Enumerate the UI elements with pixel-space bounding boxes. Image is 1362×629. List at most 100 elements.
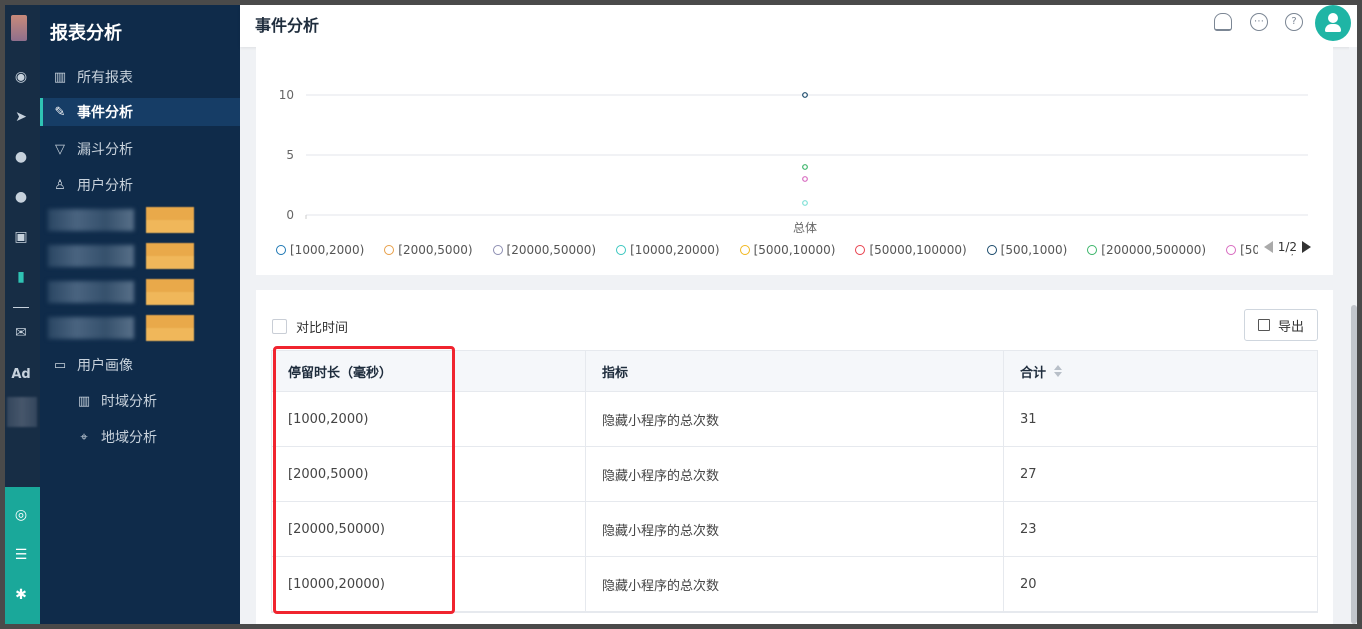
- legend-marker-icon: [855, 245, 866, 255]
- legend-page-indicator: 1/2: [1277, 240, 1297, 254]
- sidebar-item-all-reports[interactable]: ▥ 所有报表: [40, 63, 240, 91]
- column-header-total[interactable]: 合计: [1004, 351, 1317, 391]
- column-header-label: 合计: [1020, 365, 1047, 381]
- sidebar-item-label: 用户画像: [77, 358, 133, 374]
- column-header-metric: 指标: [586, 351, 1004, 391]
- edit-doc-icon: ✎: [54, 104, 66, 120]
- sidebar-item-funnel-analysis[interactable]: ▽ 漏斗分析: [40, 135, 240, 163]
- legend-item[interactable]: [1000,2000): [276, 243, 364, 257]
- data-point: [802, 92, 808, 98]
- gear-icon[interactable]: ✱: [11, 585, 31, 605]
- legend-marker-icon: [1226, 245, 1237, 255]
- chat-icon[interactable]: ⋯: [1250, 13, 1268, 31]
- bar-chart-icon: ▥: [53, 69, 67, 85]
- next-page-icon[interactable]: [1302, 241, 1311, 253]
- sort-icon[interactable]: [1054, 364, 1063, 378]
- sidebar-item-user-analysis[interactable]: ♙ 用户分析: [40, 171, 240, 199]
- legend-item[interactable]: [5000,10000): [739, 243, 836, 257]
- legend-label: [5000,10000): [753, 243, 836, 257]
- server-icon[interactable]: ☰: [11, 545, 31, 565]
- ad-icon[interactable]: Ad: [11, 365, 31, 385]
- legend-marker-icon: [276, 245, 286, 255]
- users-icon[interactable]: ●: [11, 187, 31, 207]
- wechat-icon[interactable]: ✉: [11, 323, 31, 343]
- legend-marker-icon: [616, 245, 627, 255]
- cell-metric: 隐藏小程序的总次数: [586, 502, 1004, 556]
- legend-label: [1000,2000): [290, 243, 365, 257]
- sidebar-item-label: 漏斗分析: [77, 142, 133, 158]
- cell-total: 23: [1020, 521, 1037, 537]
- legend-label: [50000,100000): [869, 243, 967, 257]
- table-header-row: 停留时长（毫秒） 指标 合计: [272, 351, 1317, 392]
- page-title: 事件分析: [255, 16, 320, 35]
- legend-label: [500,1000): [1000, 243, 1068, 257]
- folder-icon: ▭: [53, 357, 67, 373]
- avatar[interactable]: [1315, 5, 1351, 41]
- sidebar-item-user-profile[interactable]: ▭ 用户画像: [40, 351, 240, 379]
- data-table: 停留时长（毫秒） 指标 合计 [1000,2000) 隐藏小程序的总次数 31 …: [271, 350, 1318, 613]
- network-icon[interactable]: ◎: [11, 505, 31, 525]
- column-header-label: 停留时长（毫秒）: [288, 365, 393, 381]
- legend-item[interactable]: [200000,500000): [1087, 243, 1206, 257]
- legend-marker-icon: [986, 245, 997, 255]
- legend-label: [10000,20000): [630, 243, 720, 257]
- cell-duration: [1000,2000): [272, 392, 586, 446]
- location-icon: ⌖: [80, 429, 88, 445]
- sidebar-item-time-analysis[interactable]: ▥ 时域分析: [40, 387, 240, 415]
- user-icon[interactable]: ●: [11, 147, 31, 167]
- legend-item[interactable]: [20000,50000): [492, 243, 597, 257]
- legend-item[interactable]: [10000,20000): [616, 243, 720, 257]
- legend-marker-icon: [492, 245, 503, 255]
- sidebar-item-label: 时域分析: [101, 394, 157, 410]
- sidebar-title: 报表分析: [50, 23, 122, 44]
- compare-time-toggle[interactable]: 对比时间: [272, 317, 348, 336]
- table-card: 对比时间 导出 停留时长（毫秒） 指标 合计 [1000,2000) 隐藏小程序…: [256, 290, 1333, 624]
- scrollbar-thumb[interactable]: [1351, 305, 1357, 624]
- export-button[interactable]: 导出: [1244, 309, 1318, 341]
- legend-marker-icon: [739, 245, 750, 255]
- blurred-icon: [7, 397, 37, 427]
- chart-legend: [1000,2000) [2000,5000) [20000,50000) [1000…: [276, 240, 1326, 260]
- export-label: 导出: [1277, 319, 1304, 335]
- sidebar-item-region-analysis[interactable]: ⌖ 地域分析: [40, 423, 240, 451]
- cell-total: 31: [1020, 411, 1037, 427]
- blurred-item: [48, 315, 228, 341]
- column-header-duration: 停留时长（毫秒）: [272, 351, 586, 391]
- table-row: [2000,5000) 隐藏小程序的总次数 27: [272, 447, 1317, 502]
- bell-icon[interactable]: [1214, 13, 1232, 31]
- help-icon[interactable]: ?: [1285, 13, 1303, 31]
- send-icon[interactable]: ➤: [11, 107, 31, 127]
- legend-label: [20000,50000): [506, 243, 597, 257]
- icon-rail: ◉ ➤ ● ● ▣ ▮ ✉ Ad ◎ ☰ ✱: [5, 5, 40, 624]
- legend-item[interactable]: [50000,100000): [855, 243, 967, 257]
- legend-marker-icon: [1087, 245, 1098, 255]
- legend-pager: 1/2: [1257, 240, 1311, 254]
- rail-bottom-group: ◎ ☰ ✱: [5, 487, 40, 624]
- cell-duration: [20000,50000): [272, 502, 586, 556]
- cell-duration: [2000,5000): [272, 447, 586, 501]
- legend-label: [2000,5000): [398, 243, 473, 257]
- data-point: [802, 176, 808, 182]
- prev-page-icon[interactable]: [1263, 241, 1273, 253]
- x-tick-label: 总体: [793, 221, 817, 235]
- legend-item[interactable]: [500,1000): [986, 243, 1068, 257]
- table-row: [10000,20000) 隐藏小程序的总次数 20: [272, 557, 1317, 612]
- blurred-item: [48, 279, 228, 305]
- compare-label: 对比时间: [296, 321, 349, 336]
- analytics-icon[interactable]: ▮: [11, 267, 31, 287]
- y-tick-label: 10: [279, 88, 294, 102]
- chart-card: 10 5 0 总体 [1000,2000) [2000,5000) [20000,5000…: [256, 47, 1333, 275]
- legend-item[interactable]: [2000,5000): [384, 243, 473, 257]
- cell-total: 27: [1020, 466, 1037, 482]
- data-point: [802, 200, 808, 206]
- sidebar-item-label: 地域分析: [101, 430, 157, 446]
- cell-metric: 隐藏小程序的总次数: [586, 447, 1004, 501]
- bookmark-icon[interactable]: ▣: [11, 227, 31, 247]
- sidebar-item-label: 事件分析: [77, 105, 133, 121]
- blurred-item: [48, 243, 228, 269]
- sidebar-item-event-analysis[interactable]: ✎ 事件分析: [40, 98, 240, 126]
- dashboard-icon[interactable]: ◉: [11, 67, 31, 87]
- bar-chart-icon: ▥: [77, 393, 91, 409]
- compare-checkbox[interactable]: [272, 319, 287, 334]
- legend-marker-icon: [384, 245, 395, 255]
